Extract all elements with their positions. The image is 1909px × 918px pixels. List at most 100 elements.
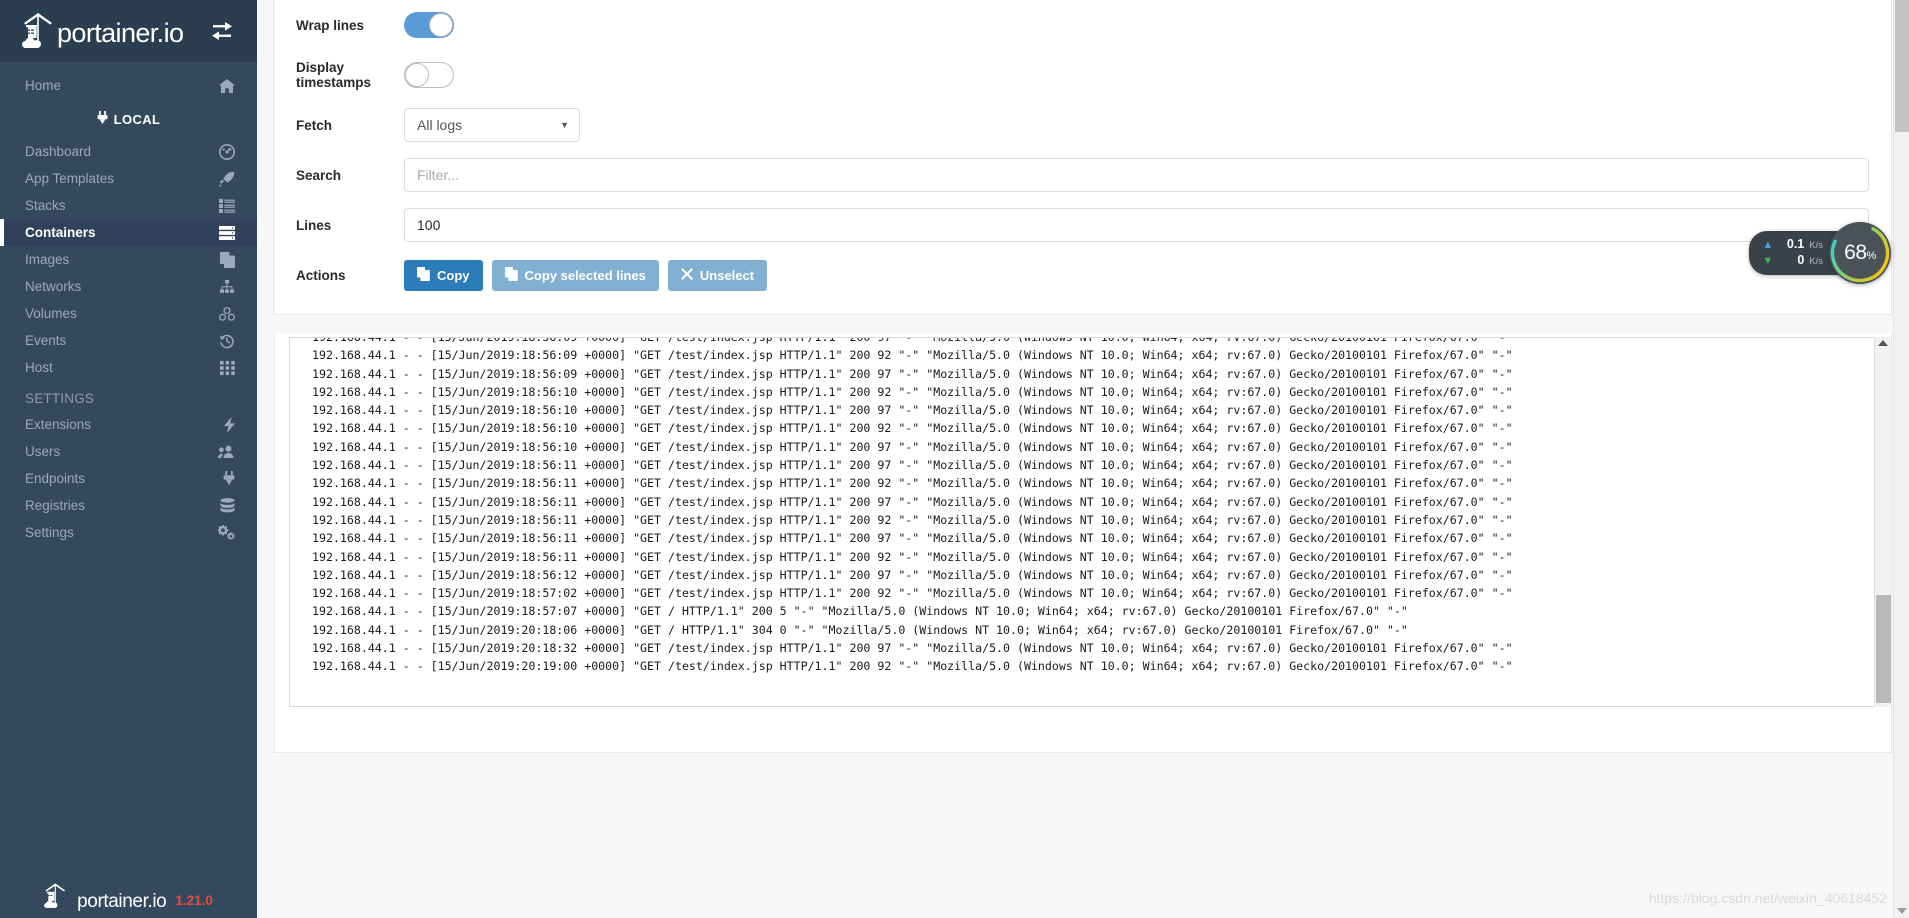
sidebar-item-containers[interactable]: Containers xyxy=(0,219,257,246)
sidebar-endpoint-label: LOCAL xyxy=(0,105,257,133)
search-input[interactable] xyxy=(404,158,1869,192)
action-buttons: Copy Copy selected lines Unselect xyxy=(404,259,768,291)
sidebar-item-label: Dashboard xyxy=(25,143,92,159)
unselect-button[interactable]: Unselect xyxy=(667,259,768,291)
log-line[interactable]: 192.168.44.1 - - [15/Jun/2019:18:56:10 +… xyxy=(312,383,1874,401)
plug-icon xyxy=(223,471,235,486)
main-content: Wrap lines Display timestamps Fetch All … xyxy=(257,0,1909,918)
log-output-box[interactable]: 192.168.44.1 - - [15/Jun/2019:18:56:09 +… xyxy=(289,337,1874,707)
database-icon xyxy=(220,498,235,513)
unselect-button-label: Unselect xyxy=(699,267,755,283)
portainer-app: portainer.io Home LOCAL Dashboard App Te… xyxy=(0,0,1909,918)
lines-input[interactable] xyxy=(404,208,1869,242)
sidebar-item-label: Endpoints xyxy=(25,470,86,486)
log-scrollbar[interactable] xyxy=(1874,337,1891,707)
list-icon xyxy=(219,198,235,213)
display-timestamps-label: Display timestamps xyxy=(296,60,372,90)
log-line[interactable]: 192.168.44.1 - - [15/Jun/2019:18:56:11 +… xyxy=(312,548,1874,566)
sidebar-item-images[interactable]: Images xyxy=(0,246,257,273)
log-lines-container: 192.168.44.1 - - [15/Jun/2019:18:56:09 +… xyxy=(290,338,1874,676)
fetch-selected-value: All logs xyxy=(417,117,463,133)
sidebar-item-settings[interactable]: Settings xyxy=(0,519,257,546)
sidebar-item-label: Extensions xyxy=(25,416,92,432)
fetch-row: Fetch All logs ▼ xyxy=(296,100,1869,150)
watermark-text: https://blog.csdn.net/weixin_40618452 xyxy=(1648,890,1887,906)
log-line[interactable]: 192.168.44.1 - - [15/Jun/2019:18:56:09 +… xyxy=(312,338,1874,346)
sidebar-item-registries[interactable]: Registries xyxy=(0,492,257,519)
sidebar-item-label: Stacks xyxy=(25,197,66,213)
toggle-knob xyxy=(429,13,453,37)
sidebar-item-label: Images xyxy=(25,251,70,267)
log-line[interactable]: 192.168.44.1 - - [15/Jun/2019:18:57:07 +… xyxy=(312,602,1874,620)
sidebar-item-extensions[interactable]: Extensions xyxy=(0,411,257,438)
log-line[interactable]: 192.168.44.1 - - [15/Jun/2019:18:56:10 +… xyxy=(312,438,1874,456)
sidebar-item-events[interactable]: Events xyxy=(0,327,257,354)
sidebar-item-stacks[interactable]: Stacks xyxy=(0,192,257,219)
log-line[interactable]: 192.168.44.1 - - [15/Jun/2019:18:56:10 +… xyxy=(312,401,1874,419)
search-row: Search xyxy=(296,150,1869,200)
sidebar-item-dashboard[interactable]: Dashboard xyxy=(0,138,257,165)
sidebar-item-app-templates[interactable]: App Templates xyxy=(0,165,257,192)
copy-icon xyxy=(417,266,430,284)
log-line[interactable]: 192.168.44.1 - - [15/Jun/2019:18:56:11 +… xyxy=(312,456,1874,474)
log-line[interactable]: 192.168.44.1 - - [15/Jun/2019:18:56:09 +… xyxy=(312,365,1874,383)
collapse-sidebar-icon[interactable] xyxy=(211,22,233,40)
log-line[interactable]: 192.168.44.1 - - [15/Jun/2019:18:56:10 +… xyxy=(312,419,1874,437)
network-monitor-widget[interactable]: ▲ 0.1 K/s ▼ 0 K/s 68% xyxy=(1749,222,1891,284)
search-label: Search xyxy=(296,167,342,183)
gears-icon xyxy=(218,525,235,540)
log-scrollbar-thumb[interactable] xyxy=(1876,595,1891,703)
log-viewer-panel: 192.168.44.1 - - [15/Jun/2019:18:56:09 +… xyxy=(274,333,1892,753)
crane-logo-icon xyxy=(44,882,68,910)
copy-button-label: Copy xyxy=(437,267,470,283)
sidebar-item-users[interactable]: Users xyxy=(0,438,257,465)
actions-row: Actions Copy Copy selected lines Unselec… xyxy=(296,250,1869,300)
upload-unit: K/s xyxy=(1809,240,1823,252)
sidebar-item-networks[interactable]: Networks xyxy=(0,273,257,300)
log-line[interactable]: 192.168.44.1 - - [15/Jun/2019:18:56:11 +… xyxy=(312,529,1874,547)
log-line[interactable]: 192.168.44.1 - - [15/Jun/2019:18:56:12 +… xyxy=(312,566,1874,584)
sidebar-item-label: Networks xyxy=(25,278,82,294)
endpoint-name: LOCAL xyxy=(113,111,161,127)
sidebar-item-label: Users xyxy=(25,443,61,459)
toggle-knob xyxy=(405,63,429,87)
sidebar-item-home[interactable]: Home xyxy=(0,72,257,99)
crane-logo-icon xyxy=(22,11,56,51)
display-timestamps-toggle[interactable] xyxy=(404,62,454,88)
wrap-lines-row: Wrap lines xyxy=(296,0,1869,50)
sidebar-item-volumes[interactable]: Volumes xyxy=(0,300,257,327)
cpu-usage-gauge[interactable]: 68% xyxy=(1829,222,1891,284)
sidebar-footer: portainer.io 1.21.0 xyxy=(0,882,257,918)
cubes-icon xyxy=(219,306,235,321)
page-scrollbar-thumb[interactable] xyxy=(1895,0,1909,132)
log-line[interactable]: 192.168.44.1 - - [15/Jun/2019:18:56:09 +… xyxy=(312,346,1874,364)
log-line[interactable]: 192.168.44.1 - - [15/Jun/2019:20:18:32 +… xyxy=(312,639,1874,657)
brand-title: portainer.io xyxy=(57,17,184,48)
copy-selected-lines-button[interactable]: Copy selected lines xyxy=(491,259,659,291)
download-speed: ▼ 0 K/s xyxy=(1762,253,1823,268)
log-line[interactable]: 192.168.44.1 - - [15/Jun/2019:18:57:02 +… xyxy=(312,584,1874,602)
log-line[interactable]: 192.168.44.1 - - [15/Jun/2019:18:56:11 +… xyxy=(312,474,1874,492)
sidebar-item-label: Registries xyxy=(25,497,86,513)
sidebar-item-label: App Templates xyxy=(25,170,115,186)
sidebar-item-label: Host xyxy=(25,359,53,375)
scroll-up-arrow-icon[interactable] xyxy=(1878,340,1888,346)
users-icon xyxy=(218,445,235,458)
copy-button[interactable]: Copy xyxy=(404,259,483,291)
log-line[interactable]: 192.168.44.1 - - [15/Jun/2019:18:56:11 +… xyxy=(312,511,1874,529)
sidebar-brand[interactable]: portainer.io xyxy=(0,0,257,62)
dashboard-icon xyxy=(219,143,235,160)
log-line[interactable]: 192.168.44.1 - - [15/Jun/2019:20:18:06 +… xyxy=(312,621,1874,639)
fetch-select[interactable]: All logs ▼ xyxy=(404,108,580,142)
page-scrollbar[interactable] xyxy=(1893,0,1909,918)
sidebar-item-label: Home xyxy=(25,77,62,93)
scroll-down-arrow-icon[interactable] xyxy=(1896,908,1907,914)
sidebar-item-endpoints[interactable]: Endpoints xyxy=(0,465,257,492)
sidebar-item-host[interactable]: Host xyxy=(0,354,257,381)
wrap-lines-label: Wrap lines xyxy=(296,17,365,33)
display-timestamps-row: Display timestamps xyxy=(296,50,1869,100)
log-line[interactable]: 192.168.44.1 - - [15/Jun/2019:20:19:00 +… xyxy=(312,657,1874,675)
copy-icon xyxy=(504,266,518,284)
log-line[interactable]: 192.168.44.1 - - [15/Jun/2019:18:56:11 +… xyxy=(312,493,1874,511)
wrap-lines-toggle[interactable] xyxy=(404,12,454,38)
